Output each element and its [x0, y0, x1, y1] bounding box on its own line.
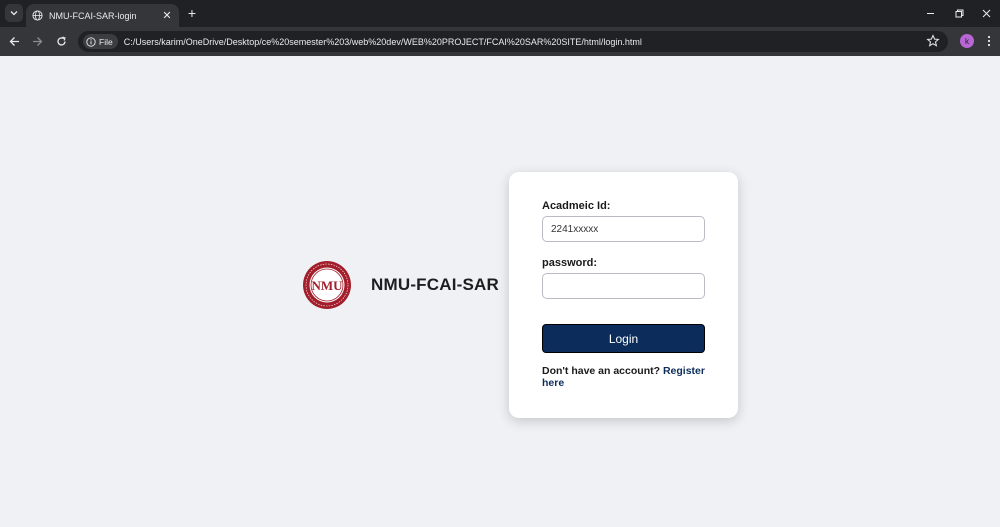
site-info-chip[interactable]: File [83, 34, 118, 49]
minimize-button[interactable] [915, 0, 945, 27]
password-label: password: [542, 257, 598, 269]
back-button[interactable] [5, 32, 23, 50]
login-card: Acadmeic Id: password: Login Don't have … [509, 172, 738, 418]
close-tab-icon[interactable]: ✕ [161, 9, 173, 22]
restore-icon [955, 9, 963, 18]
register-prompt-text: Don't have an account? [542, 365, 661, 377]
info-icon [86, 36, 96, 47]
site-brand-name: NMU-FCAI-SAR [371, 275, 499, 294]
url-text[interactable]: C:/Users/karim/OneDrive/Desktop/ce%20sem… [124, 37, 948, 47]
register-prompt: Don't have an account? Register here [542, 365, 712, 389]
tab-strip: NMU-FCAI-SAR-login ✕ + [0, 0, 1000, 27]
chevron-down-icon [10, 11, 18, 16]
academic-id-input[interactable] [542, 216, 705, 242]
login-button[interactable]: Login [542, 324, 705, 353]
bookmark-star-icon[interactable] [926, 34, 940, 48]
file-chip-label: File [99, 36, 113, 47]
browser-menu-button[interactable] [984, 33, 994, 49]
arrow-right-icon [32, 36, 42, 46]
more-vertical-icon [987, 35, 991, 47]
arrow-left-icon [9, 36, 19, 46]
minimize-icon [926, 13, 934, 14]
new-tab-button[interactable]: + [184, 4, 200, 22]
restore-button[interactable] [944, 0, 974, 27]
brand-block: NMU NMU-FCAI-SAR [302, 260, 499, 310]
close-icon [982, 9, 990, 18]
reload-button[interactable] [52, 32, 70, 50]
browser-tab-active[interactable]: NMU-FCAI-SAR-login ✕ [26, 4, 179, 27]
tab-title: NMU-FCAI-SAR-login [49, 10, 137, 21]
svg-text:NMU: NMU [311, 278, 343, 293]
profile-avatar[interactable]: k [960, 34, 974, 48]
forward-button[interactable] [28, 32, 46, 50]
university-logo: NMU [303, 261, 351, 309]
academic-id-label: Acadmeic Id: [542, 200, 611, 212]
globe-icon [32, 10, 43, 21]
browser-toolbar: File C:/Users/karim/OneDrive/Desktop/ce%… [0, 27, 1000, 56]
tab-search-button[interactable] [5, 4, 23, 22]
reload-icon [56, 35, 66, 46]
address-bar[interactable]: File C:/Users/karim/OneDrive/Desktop/ce%… [78, 31, 948, 52]
password-input[interactable] [542, 273, 705, 299]
close-window-button[interactable] [971, 0, 1000, 27]
